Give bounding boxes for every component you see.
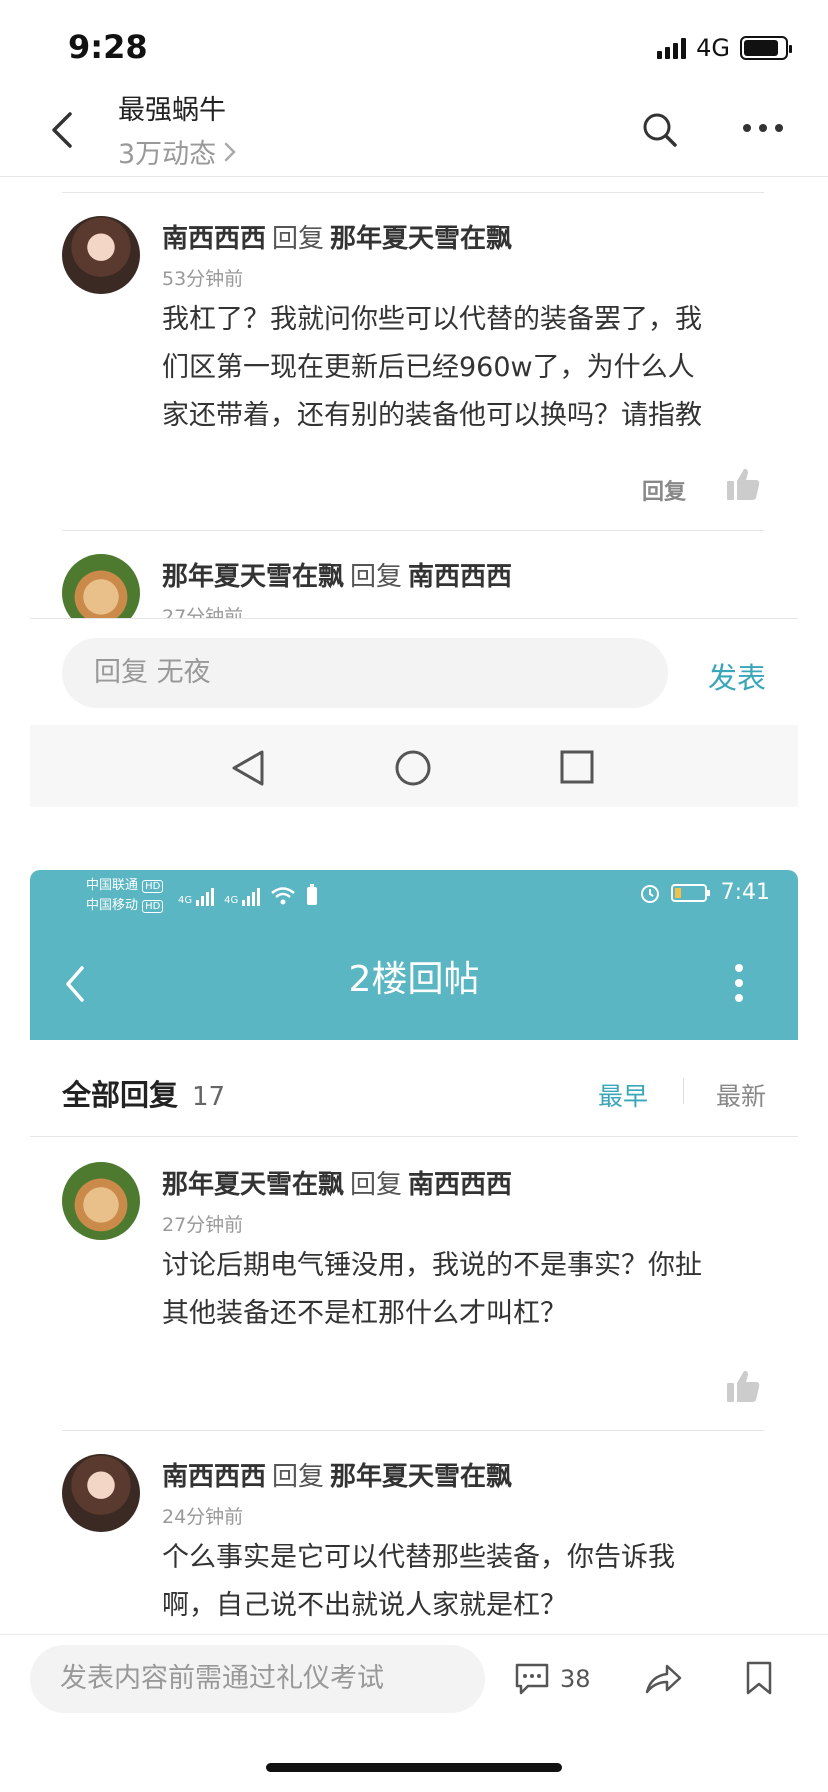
nav-divider xyxy=(0,176,828,177)
reply-count: 17 xyxy=(192,1082,226,1112)
more-dots-icon xyxy=(743,124,783,132)
wifi-icon xyxy=(271,887,296,905)
reply-link[interactable]: 回复 xyxy=(642,474,686,506)
comment-count: 38 xyxy=(560,1665,591,1693)
comment-time: 27分钟前 xyxy=(162,606,244,618)
carrier-1: 中国联通 xyxy=(86,878,139,893)
comment-clip: 那年夏天雪在飘 回复 南西西西 27分钟前 xyxy=(0,530,828,618)
chevron-right-icon xyxy=(224,142,236,161)
avatar[interactable] xyxy=(62,554,140,618)
comment-header: 南西西西 回复 那年夏天雪在飘 xyxy=(162,218,512,255)
comment-time: 53分钟前 xyxy=(162,268,244,290)
post-count: 3万动态 xyxy=(118,139,217,170)
comment-line: 讨论后期电气锤没用，我说的不是事实？你扯 xyxy=(162,1250,702,1281)
search-icon xyxy=(643,113,677,147)
reply-word: 回复 xyxy=(350,1170,403,1200)
reply-word: 回复 xyxy=(350,562,403,592)
thumbs-up-icon xyxy=(727,468,760,500)
nav-home-icon[interactable] xyxy=(393,748,433,788)
comment-line: 们区第一现在更新后已经960w了，为什么人 xyxy=(162,352,695,383)
comment-bubble-icon xyxy=(515,1663,549,1695)
nav-recents-icon[interactable] xyxy=(559,749,595,785)
input-divider xyxy=(30,618,798,619)
status-indicators: 4G xyxy=(657,34,792,62)
reply-input[interactable]: 回复 无夜 xyxy=(62,638,668,708)
bookmark-button[interactable] xyxy=(744,1660,774,1696)
comment-line: 家还带着，还有别的装备他可以换吗？请指教 xyxy=(162,400,702,431)
comment-header: 南西西西 回复 那年夏天雪在飘 xyxy=(162,1456,512,1493)
bookmark-icon xyxy=(746,1661,772,1695)
system-nav-bar xyxy=(30,725,798,807)
comments-button[interactable]: 38 xyxy=(514,1662,591,1696)
more-button[interactable] xyxy=(740,118,786,138)
net-type-small: 4G xyxy=(224,895,239,906)
comment-author[interactable]: 南西西西 xyxy=(162,1456,266,1493)
carrier-info: 中国联通 HD 中国移动 HD xyxy=(86,876,164,916)
comment-author[interactable]: 那年夏天雪在飘 xyxy=(162,556,344,593)
hd-badge: HD xyxy=(142,880,164,893)
comment-author[interactable]: 南西西西 xyxy=(162,218,266,255)
back-arrow-icon xyxy=(52,112,72,148)
alarm-icon xyxy=(640,884,659,903)
comment-text: 讨论后期电气锤没用，我说的不是事实？你扯 其他装备还不是杠那什么才叫杠？ xyxy=(162,1242,702,1338)
search-button[interactable] xyxy=(640,110,680,150)
comment-line: 我杠了？我就问你些可以代替的装备罢了，我 xyxy=(162,304,702,335)
status-time: 9:28 xyxy=(68,28,148,66)
battery-icon xyxy=(740,36,792,60)
comment-header: 那年夏天雪在飘 回复 南西西西 xyxy=(162,1164,512,1201)
more-vertical-icon xyxy=(735,964,743,1002)
post-count-link[interactable]: 3万动态 xyxy=(118,132,238,171)
reply-target[interactable]: 南西西西 xyxy=(408,1164,512,1201)
home-indicator[interactable] xyxy=(266,1763,562,1772)
reply-target[interactable]: 那年夏天雪在飘 xyxy=(330,1456,512,1493)
android-battery-icon xyxy=(670,883,710,902)
hd-badge: HD xyxy=(142,900,164,913)
share-button[interactable] xyxy=(643,1662,683,1696)
carrier-2: 中国移动 xyxy=(86,898,139,913)
page-title: 最强蜗牛 xyxy=(118,95,226,126)
share-icon xyxy=(645,1664,682,1694)
sort-separator xyxy=(683,1078,684,1104)
avatar[interactable] xyxy=(62,1454,140,1532)
section-divider xyxy=(62,192,764,193)
embedded-screenshot-header: 中国联通 HD 中国移动 HD 4G 4G 7:41 2楼回帖 xyxy=(30,870,798,1040)
like-button[interactable] xyxy=(725,466,761,502)
avatar[interactable] xyxy=(62,216,140,294)
reply-word: 回复 xyxy=(272,1462,325,1492)
comment-line: 个么事实是它可以代替那些装备，你告诉我 xyxy=(162,1542,675,1573)
comment-text: 我杠了？我就问你些可以代替的装备罢了，我 们区第一现在更新后已经960w了，为什… xyxy=(162,296,702,440)
avatar[interactable] xyxy=(62,1162,140,1240)
back-button[interactable] xyxy=(44,108,80,152)
like-button[interactable] xyxy=(725,1368,761,1404)
net-type-small: 4G xyxy=(178,895,193,906)
comment-header: 那年夏天雪在飘 回复 南西西西 xyxy=(162,556,512,593)
cell-signal-icon xyxy=(657,37,687,59)
comment-line: 啊，自己说不出就说人家就是杠？ xyxy=(162,1590,567,1621)
comment-time: 24分钟前 xyxy=(162,1506,244,1528)
sort-newest-tab[interactable]: 最新 xyxy=(716,1077,766,1113)
header-divider xyxy=(30,1136,798,1137)
publish-button[interactable]: 发表 xyxy=(708,655,766,697)
android-time: 7:41 xyxy=(720,880,770,905)
comment-divider xyxy=(62,1430,764,1431)
android-signal-icons: 4G 4G xyxy=(178,884,318,906)
reply-word: 回复 xyxy=(272,224,325,254)
post-input[interactable]: 发表内容前需通过礼仪考试 xyxy=(30,1645,485,1713)
battery-saver-icon xyxy=(307,884,318,905)
comment-time: 27分钟前 xyxy=(162,1214,244,1236)
comment-author[interactable]: 那年夏天雪在飘 xyxy=(162,1164,344,1201)
page-title: 2楼回帖 xyxy=(348,959,480,1000)
network-type: 4G xyxy=(696,34,730,62)
replies-header: 全部回复 17 xyxy=(62,1072,225,1114)
reply-target[interactable]: 南西西西 xyxy=(408,556,512,593)
thumbs-up-icon xyxy=(727,1370,760,1402)
reply-target[interactable]: 那年夏天雪在飘 xyxy=(330,218,512,255)
comment-line: 其他装备还不是杠那什么才叫杠？ xyxy=(162,1298,567,1329)
comment-text: 个么事实是它可以代替那些装备，你告诉我 啊，自己说不出就说人家就是杠？ xyxy=(162,1534,675,1630)
nav-back-icon[interactable] xyxy=(230,749,266,787)
more-button[interactable] xyxy=(732,962,746,1006)
android-status-right: 7:41 xyxy=(639,880,770,905)
all-replies-label: 全部回复 xyxy=(62,1078,179,1112)
sort-earliest-tab[interactable]: 最早 xyxy=(598,1077,648,1113)
